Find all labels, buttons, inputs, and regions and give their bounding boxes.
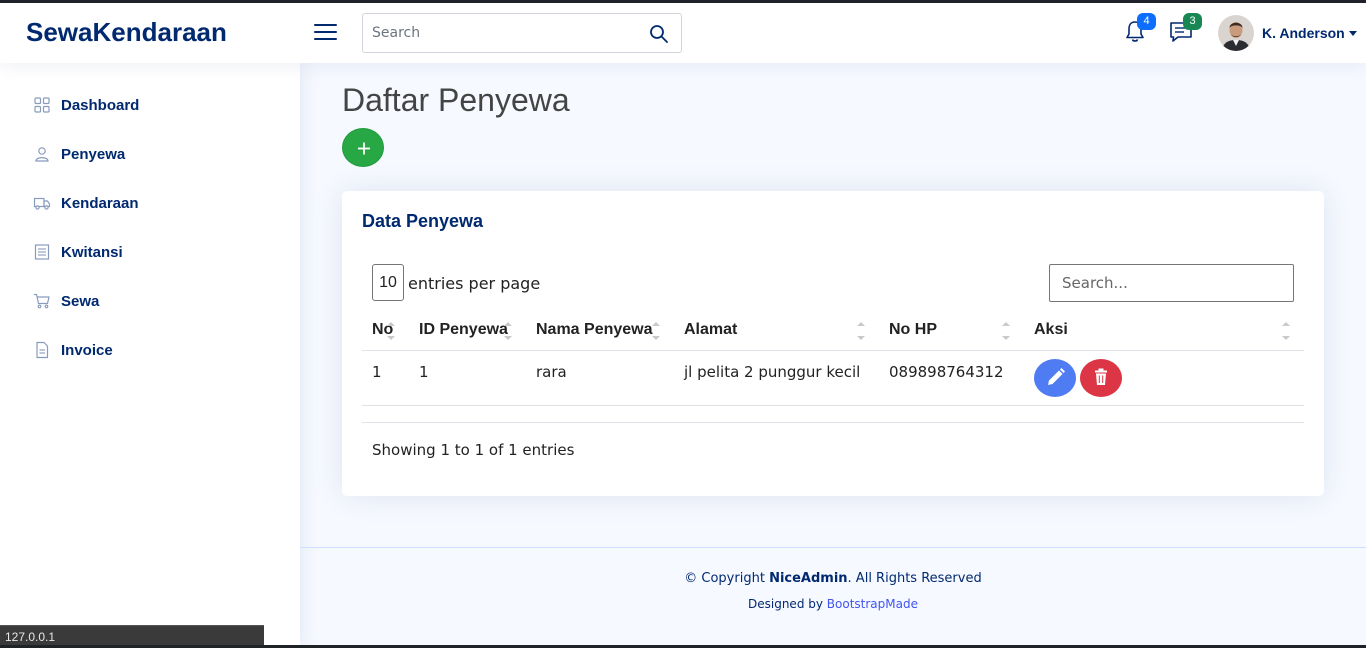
messages-badge: 3 xyxy=(1183,13,1202,30)
column-header-no-hp[interactable]: No HP xyxy=(889,321,937,339)
messages-button[interactable]: 3 xyxy=(1168,13,1202,45)
app-logo[interactable]: SewaKendaraan xyxy=(26,17,227,48)
table-bottom-divider xyxy=(362,422,1304,423)
receipt-icon xyxy=(34,244,50,260)
page-title: Daftar Penyewa xyxy=(342,82,570,118)
data-penyewa-card: Data Penyewa 10 entries per page No ID P… xyxy=(342,191,1324,496)
grid-icon xyxy=(34,97,50,113)
sidebar-item-kwitansi[interactable]: Kwitansi xyxy=(33,241,123,263)
credits-prefix: Designed by xyxy=(748,597,827,611)
sort-arrows-icon[interactable] xyxy=(857,322,865,342)
pencil-icon xyxy=(1048,368,1065,385)
footer-credits: Designed by BootstrapMade xyxy=(300,597,1366,611)
person-icon xyxy=(35,147,49,162)
sidebar: Dashboard Penyewa Kendaraan Kwitansi Sew… xyxy=(0,63,300,648)
table-row-divider xyxy=(362,405,1304,406)
table-info-text: Showing 1 to 1 of 1 entries xyxy=(372,441,575,459)
table-cell-id: 1 xyxy=(419,363,429,381)
cart-icon xyxy=(34,293,50,309)
table-search-input[interactable] xyxy=(1049,264,1294,302)
edit-button[interactable] xyxy=(1034,359,1076,397)
file-text-icon xyxy=(36,341,49,359)
table-header-divider xyxy=(362,350,1304,351)
sort-arrows-icon[interactable] xyxy=(652,322,660,342)
hamburger-line xyxy=(314,31,337,33)
notifications-badge: 4 xyxy=(1137,13,1156,30)
sidebar-item-label: Kwitansi xyxy=(61,243,123,261)
entries-per-page-select[interactable]: 10 xyxy=(372,264,404,301)
copyright-prefix: © Copyright xyxy=(684,571,770,586)
avatar xyxy=(1218,15,1254,51)
sort-arrows-icon[interactable] xyxy=(1282,322,1290,342)
bootstrapmade-link[interactable]: BootstrapMade xyxy=(827,597,918,611)
sidebar-item-label: Penyewa xyxy=(61,145,126,163)
table-cell-alamat: jl pelita 2 punggur kecil xyxy=(684,363,861,381)
sidebar-toggle-button[interactable] xyxy=(314,22,338,42)
sidebar-item-label: Dashboard xyxy=(61,96,140,114)
table-cell-nama: rara xyxy=(536,363,567,381)
sidebar-item-invoice[interactable]: Invoice xyxy=(33,339,113,361)
column-header-aksi[interactable]: Aksi xyxy=(1034,321,1068,339)
top-header: SewaKendaraan 4 3 xyxy=(0,3,1366,63)
table-cell-hp: 089898764312 xyxy=(889,363,1004,381)
sort-arrows-icon[interactable] xyxy=(387,322,395,342)
hamburger-line xyxy=(314,38,337,40)
column-header-id-penyewa[interactable]: ID Penyewa xyxy=(419,321,508,339)
trash-icon xyxy=(1095,368,1107,385)
sidebar-item-penyewa[interactable]: Penyewa xyxy=(33,143,125,165)
sidebar-item-label: Invoice xyxy=(61,341,113,359)
table-cell-no: 1 xyxy=(372,363,382,381)
card-title: Data Penyewa xyxy=(362,211,484,231)
sort-arrows-icon[interactable] xyxy=(1002,322,1010,342)
sidebar-item-label: Kendaraan xyxy=(61,194,139,212)
sidebar-item-label: Sewa xyxy=(61,292,100,310)
header-search-bar xyxy=(362,13,682,53)
sort-arrows-icon[interactable] xyxy=(504,322,512,342)
copyright-brand: NiceAdmin xyxy=(769,571,848,586)
footer-copyright: © Copyright NiceAdmin. All Rights Reserv… xyxy=(300,571,1366,586)
column-header-alamat[interactable]: Alamat xyxy=(684,321,737,339)
profile-name: K. Anderson xyxy=(1262,25,1345,41)
add-penyewa-button[interactable] xyxy=(342,128,384,167)
entries-per-page-label: entries per page xyxy=(408,274,541,293)
sidebar-item-dashboard[interactable]: Dashboard xyxy=(33,94,139,116)
truck-icon xyxy=(33,197,51,210)
search-icon[interactable] xyxy=(649,24,669,44)
caret-down-icon xyxy=(1348,30,1357,36)
copyright-suffix: . All Rights Reserved xyxy=(847,571,982,586)
plus-icon xyxy=(358,142,370,155)
notifications-button[interactable]: 4 xyxy=(1122,13,1156,45)
sidebar-item-sewa[interactable]: Sewa xyxy=(33,290,99,312)
hamburger-line xyxy=(314,24,337,26)
delete-button[interactable] xyxy=(1080,359,1122,397)
header-search-input[interactable] xyxy=(363,14,643,52)
sidebar-item-kendaraan[interactable]: Kendaraan xyxy=(33,192,139,214)
profile-dropdown[interactable]: K. Anderson xyxy=(1218,15,1357,51)
footer: © Copyright NiceAdmin. All Rights Reserv… xyxy=(300,547,1366,648)
column-header-nama-penyewa[interactable]: Nama Penyewa xyxy=(536,321,653,339)
